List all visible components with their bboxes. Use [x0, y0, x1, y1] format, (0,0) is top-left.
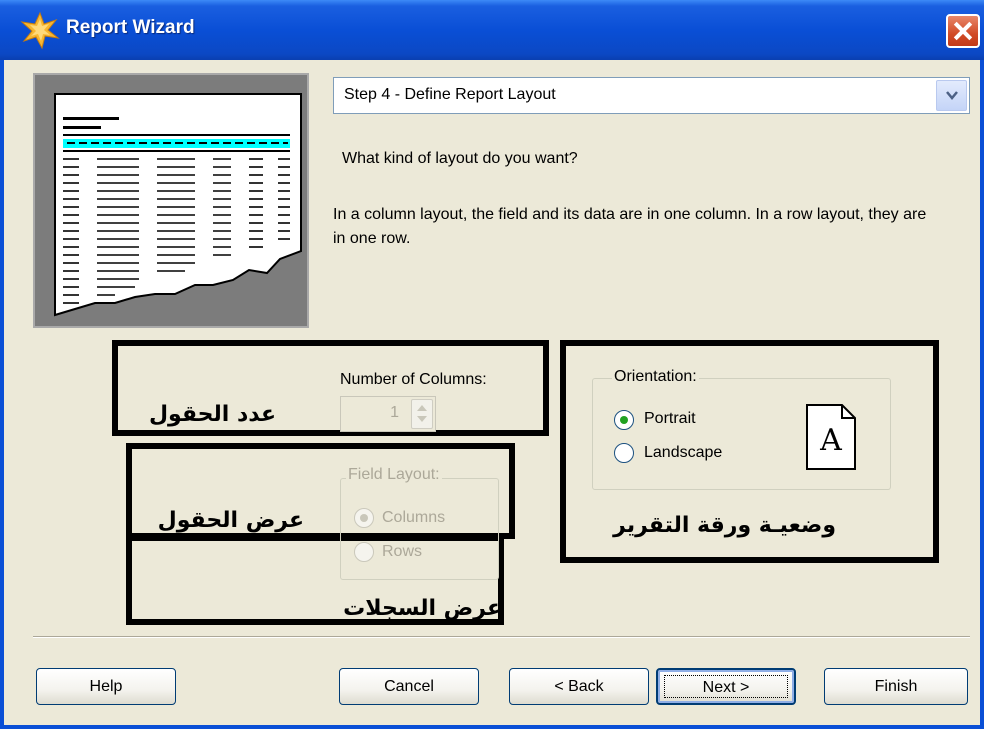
window-frame-bottom: [0, 725, 984, 729]
report-page-icon: [54, 93, 302, 317]
layout-preview-image: [33, 73, 309, 328]
back-button[interactable]: < Back: [509, 668, 649, 705]
landscape-radio-label: Landscape: [644, 444, 723, 461]
dropdown-arrow-button[interactable]: [936, 80, 967, 111]
annotation-columns-count: عدد الحقول: [148, 402, 276, 427]
title-bar: Report Wizard: [0, 0, 984, 60]
layout-description: In a column layout, the field and its da…: [333, 206, 927, 247]
columns-spinner[interactable]: 1: [340, 396, 436, 432]
portrait-page-icon: A: [806, 404, 856, 470]
window-title: Report Wizard: [66, 17, 195, 38]
finish-button[interactable]: Finish: [824, 668, 968, 705]
step-selector-value: Step 4 - Define Report Layout: [344, 86, 556, 103]
annotation-field-layout: عرض الحقول: [157, 508, 304, 533]
portrait-radio[interactable]: [614, 410, 634, 430]
columns-radio-label: Columns: [382, 509, 446, 526]
cancel-button[interactable]: Cancel: [339, 668, 479, 705]
rows-radio-label: Rows: [382, 543, 423, 560]
wizard-icon: [20, 11, 60, 50]
next-button[interactable]: Next >: [656, 668, 796, 705]
field-layout-label: Field Layout:: [346, 466, 442, 484]
annotation-records-layout: عرض السجلات: [343, 596, 502, 621]
window-frame-left: [0, 60, 4, 729]
spin-down-icon[interactable]: [417, 416, 427, 422]
chevron-down-icon: [946, 91, 958, 100]
columns-value: 1: [390, 404, 399, 421]
focus-ring: [664, 675, 788, 698]
landscape-radio[interactable]: [614, 443, 634, 463]
orientation-label: Orientation:: [612, 368, 699, 386]
columns-radio[interactable]: [354, 508, 374, 528]
spinner-buttons[interactable]: [411, 399, 433, 429]
spin-up-icon[interactable]: [417, 405, 427, 411]
columns-label: Number of Columns:: [340, 371, 487, 388]
window-frame-right: [980, 60, 984, 729]
layout-question: What kind of layout do you want?: [342, 150, 578, 167]
step-selector-dropdown[interactable]: Step 4 - Define Report Layout: [333, 77, 970, 114]
rows-radio[interactable]: [354, 542, 374, 562]
portrait-radio-label: Portrait: [644, 410, 696, 427]
help-button[interactable]: Help: [36, 668, 176, 705]
close-button[interactable]: [946, 14, 980, 48]
page-icon-letter: A: [819, 423, 842, 458]
annotation-orientation: وضعيـة ورقة التقرير: [613, 513, 836, 538]
button-separator: [33, 636, 970, 638]
